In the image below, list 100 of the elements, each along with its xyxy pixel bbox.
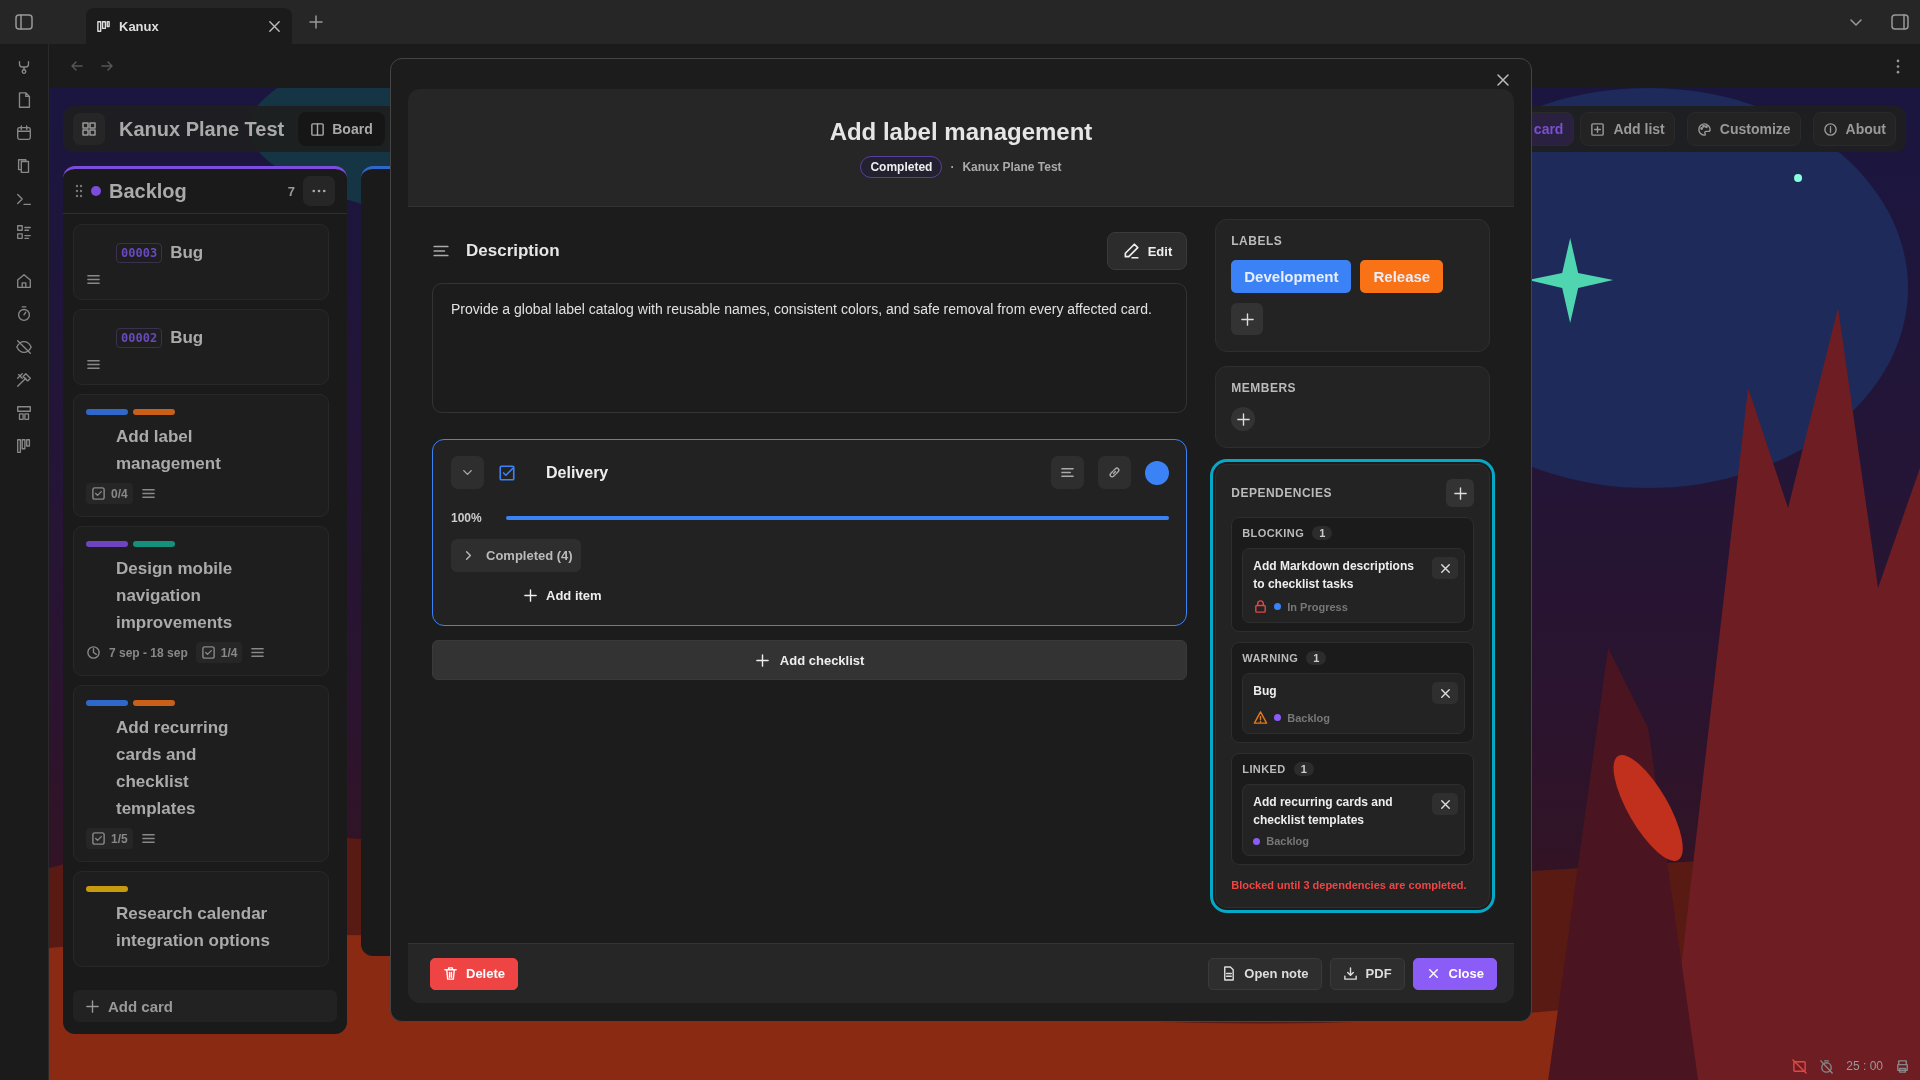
blocked-notice: Blocked until 3 dependencies are completed.: [1231, 879, 1468, 891]
pdf-button[interactable]: PDF: [1329, 957, 1405, 990]
plus-icon: [523, 588, 538, 603]
lines-icon: [1060, 465, 1076, 480]
list-title: Backlog: [109, 179, 187, 203]
link-icon: [1107, 465, 1123, 480]
completed-toggle[interactable]: Completed (4): [451, 539, 581, 572]
plus-icon: [85, 998, 100, 1014]
description-button[interactable]: [1051, 456, 1085, 489]
dependency-title: Add Markdown descriptions to checklist tasks: [1253, 558, 1415, 593]
warning-icon: [1253, 710, 1269, 725]
add-member-button[interactable]: [1231, 407, 1256, 431]
board-card[interactable]: 00003 Bug: [73, 224, 329, 300]
document-icon: [1221, 966, 1237, 981]
dependency-card[interactable]: Add recurring cards and checklist templates Backlog: [1242, 784, 1465, 856]
description-text: Provide a global label catalog with reusable names, consistent colors, and safe removal from every affected card.: [451, 301, 1152, 317]
printer-icon[interactable]: [1895, 1058, 1910, 1074]
drag-handle-icon[interactable]: [75, 184, 83, 198]
checklist-badge: 1/5: [86, 828, 133, 849]
add-card-button[interactable]: Add card: [73, 990, 337, 1022]
dependency-card[interactable]: Add Markdown descriptions to checklist tasks In Progress: [1242, 548, 1465, 623]
count-badge: 1: [1306, 651, 1327, 665]
tab-title: Kanux: [119, 18, 160, 34]
count-badge: 1: [1293, 762, 1314, 776]
color-picker[interactable]: [1145, 460, 1170, 485]
download-icon: [1342, 966, 1358, 981]
board-icon[interactable]: [15, 437, 33, 455]
toolbar-button[interactable]: Add list: [1580, 112, 1675, 146]
plus-icon: [754, 652, 770, 668]
eye-off-icon[interactable]: [15, 338, 33, 356]
group-title: WARNING: [1242, 652, 1299, 664]
close-icon[interactable]: [267, 18, 282, 34]
board-view-button[interactable]: Board: [298, 112, 385, 146]
sidebar-toggle-icon[interactable]: [14, 12, 34, 32]
close-button[interactable]: Close: [1412, 957, 1497, 990]
app-tab[interactable]: Kanux: [86, 8, 292, 44]
dependency-card[interactable]: Bug Backlog: [1242, 673, 1465, 734]
add-label-button[interactable]: [1231, 303, 1264, 335]
card-count: 7: [287, 183, 295, 199]
card-title: Bug: [170, 242, 205, 264]
checkbox-icon: [498, 463, 516, 482]
new-tab-icon[interactable]: [308, 14, 324, 30]
palette-icon: [1696, 121, 1712, 137]
checklist-badge: 0/4: [86, 483, 133, 504]
due-date: 7 sep - 18 sep: [109, 645, 188, 660]
add-item-button[interactable]: Add item: [523, 584, 602, 607]
checklist-title: Delivery: [546, 463, 609, 482]
count-badge: 1: [1312, 526, 1333, 540]
add-dependency-button[interactable]: [1446, 479, 1474, 507]
home-icon[interactable]: [15, 272, 33, 290]
toolbar-button[interactable]: About: [1812, 112, 1896, 146]
columns-icon: [310, 121, 326, 137]
card-title: Research calendar integration options: [116, 903, 271, 952]
calendar-icon[interactable]: [15, 124, 33, 142]
board-card[interactable]: 00002 Bug: [73, 309, 329, 385]
board-title: Kanux Plane Test: [119, 117, 285, 141]
dialog-title: Add label management: [829, 117, 1093, 146]
status-text: Backlog: [1266, 835, 1310, 847]
blocks-icon[interactable]: [15, 404, 33, 422]
board-menu-button[interactable]: [73, 113, 105, 145]
remove-button[interactable]: [1432, 682, 1458, 704]
checklist-badge: 1/4: [195, 642, 243, 663]
trash-icon: [443, 966, 458, 981]
link-button[interactable]: [1098, 456, 1132, 489]
more-options-icon[interactable]: [1896, 58, 1900, 74]
close-icon[interactable]: [1495, 72, 1511, 88]
card-title: Add label management: [116, 426, 222, 475]
board-card[interactable]: Add label management 0/4: [73, 394, 329, 517]
panel-heading: DEPENDENCIES: [1231, 486, 1332, 500]
info-icon: [1822, 121, 1838, 137]
plus-square-icon: [1590, 121, 1606, 137]
grid-icon: [81, 121, 97, 137]
remove-button[interactable]: [1432, 793, 1458, 815]
tools-icon[interactable]: [15, 371, 33, 389]
dependency-title: Add recurring cards and checklist templates: [1253, 794, 1394, 829]
board-card[interactable]: Add recurring cards and checklist templates 1/5: [73, 685, 329, 862]
section-title: Description: [466, 241, 560, 261]
edit-button[interactable]: Edit: [1106, 232, 1188, 270]
timer-off-icon[interactable]: [1819, 1058, 1835, 1074]
open-note-button[interactable]: Open note: [1208, 957, 1322, 990]
remove-button[interactable]: [1432, 557, 1458, 579]
board-icon: [96, 18, 111, 34]
board-card[interactable]: Design mobile navigation improvements 7 sep - 18 sep 1/4: [73, 526, 329, 676]
progress-percent: 100%: [451, 511, 482, 525]
group-title: LINKED: [1242, 763, 1286, 775]
more-icon: [312, 189, 326, 193]
board-card[interactable]: Research calendar integration options: [73, 871, 329, 967]
board-name: Kanux Plane Test: [962, 159, 1062, 174]
status-text: Backlog: [1287, 711, 1331, 724]
right-sidebar-icon[interactable]: [1890, 12, 1910, 32]
card-id: 00002: [116, 327, 163, 348]
add-checklist-button[interactable]: Add checklist: [432, 640, 1188, 680]
plus-icon: [1239, 311, 1255, 327]
list-icon[interactable]: [15, 223, 33, 241]
timer-icon[interactable]: [15, 305, 33, 323]
toolbar-button[interactable]: Customize: [1686, 112, 1801, 146]
delete-button[interactable]: Delete: [430, 957, 519, 990]
sync-off-icon[interactable]: [1792, 1058, 1808, 1074]
pomodoro-timer: 25 : 00: [1846, 1059, 1883, 1073]
separator-dot: ·: [950, 159, 955, 174]
